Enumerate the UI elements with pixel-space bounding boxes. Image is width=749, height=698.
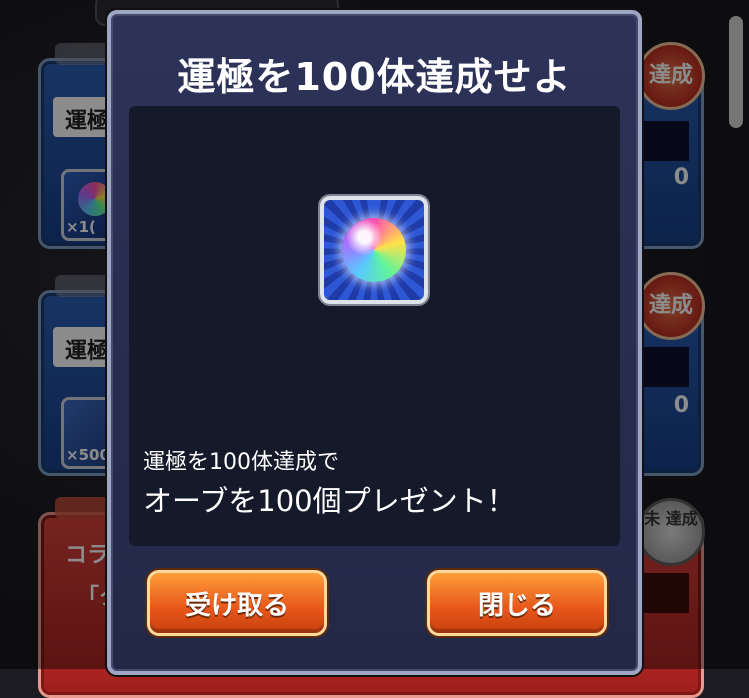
- dialog-title: 運極を100体達成せよ: [177, 55, 572, 99]
- description-line-2: オーブを100個プレゼント！: [143, 484, 516, 518]
- close-button[interactable]: 閉じる: [427, 570, 607, 636]
- mission-dialog: 運極を100体達成せよ 運極を100体達成で オーブを100個プレゼント！ 受け…: [107, 10, 642, 675]
- rainbow-orb-icon: [342, 218, 406, 282]
- description-line-1: 運極を100体達成で: [143, 450, 339, 475]
- dialog-content-panel: 運極を100体達成で オーブを100個プレゼント！: [129, 106, 620, 546]
- reward-icon-frame: [320, 196, 428, 304]
- receive-button[interactable]: 受け取る: [147, 570, 327, 636]
